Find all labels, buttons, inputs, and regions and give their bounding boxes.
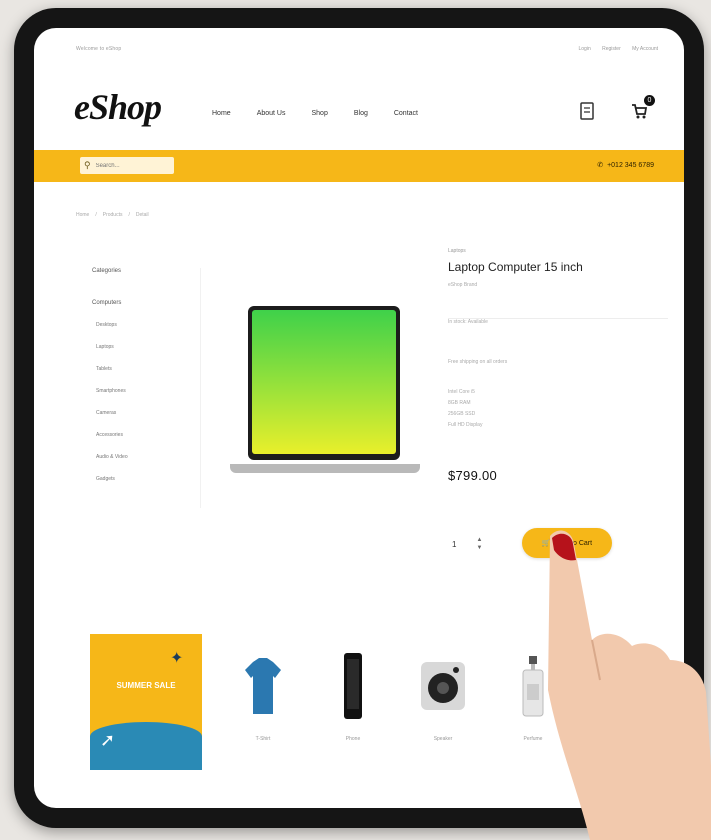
spec-item: Full HD Display [448,422,483,428]
spec-item: 256GB SSD [448,411,476,417]
my-account-link[interactable]: My Account [632,46,658,52]
breadcrumb-products[interactable]: Products [103,212,123,218]
shipping-info: Free shipping on all orders [448,359,508,365]
quantity-arrows[interactable]: ▲ ▼ [476,536,482,552]
product-card[interactable]: Speaker [414,648,472,742]
spec-item: 8GB RAM [448,400,471,406]
sidebar-item-accessories[interactable]: Accessories [96,432,212,438]
spec-item: Intel Core i5 [448,389,475,395]
sidebar-items: Desktops Laptops Tablets Smartphones Cam… [92,322,212,482]
increase-icon[interactable]: ▲ [476,536,482,544]
search-input[interactable] [93,161,170,170]
top-strip: Welcome to eShop Login Register My Accou… [34,28,684,68]
sidebar-group-categories[interactable]: Categories [92,268,212,274]
wishlist-icon[interactable] [580,102,594,123]
product-specs: Intel Core i5 8GB RAM 256GB SSD Full HD … [448,389,668,428]
product-card[interactable]: Phone [324,648,382,742]
stock-status: In stock: Available [448,319,488,325]
logo[interactable]: eShop [74,86,162,128]
product-card-label: Phone [345,736,361,742]
sidebar-item-laptops[interactable]: Laptops [96,344,212,350]
promo-banner[interactable]: ✦ SUMMER SALE ➚ [90,634,202,770]
sidebar-divider [200,268,201,508]
account-links: Login Register My Account [569,46,659,52]
welcome-text: Welcome to eShop [76,46,122,52]
breadcrumb: Home / Products / Detail [76,212,149,218]
product-title: Laptop Computer 15 inch [448,260,583,274]
header-icons: 0 [580,95,655,123]
tshirt-icon [234,648,292,724]
nav-shop[interactable]: Shop [311,110,327,117]
nav-contact[interactable]: Contact [394,110,418,117]
sidebar-item-desktops[interactable]: Desktops [96,322,212,328]
search-box[interactable]: ⚲ [80,157,174,174]
decrease-icon[interactable]: ▼ [476,544,482,552]
phone-contact: ✆ +012 345 6789 [597,161,654,170]
cart-icon[interactable]: 0 [630,95,655,123]
product-card[interactable]: T-Shirt [234,648,292,742]
category-sidebar: Categories Computers Desktops Laptops Ta… [92,268,212,508]
product-card-label: Speaker [433,736,453,742]
product-detail: Laptops Laptop Computer 15 inch eShop Br… [448,248,668,483]
promo-title: SUMMER SALE [116,681,176,690]
related-products: T-Shirt Phone Speaker Perfume [234,648,562,742]
product-card-label: T-Shirt [255,736,271,742]
sidebar-item-cameras[interactable]: Cameras [96,410,212,416]
quantity-value[interactable]: 1 [452,540,456,549]
sidebar-item-tablets[interactable]: Tablets [96,366,212,372]
register-link[interactable]: Register [602,46,621,52]
phone-icon: ✆ [597,162,604,169]
breadcrumb-detail: Detail [135,212,149,218]
product-image[interactable] [230,300,420,488]
product-category[interactable]: Laptops [448,248,668,254]
product-price: $799.00 [448,468,498,483]
main-nav: Home About Us Shop Blog Contact [212,110,418,117]
search-bar-strip: ⚲ ✆ +012 345 6789 [34,150,684,182]
login-link[interactable]: Login [579,46,591,52]
nav-about[interactable]: About Us [257,110,286,117]
hand-pointer [548,530,711,840]
sidebar-item-audio-video[interactable]: Audio & Video [96,454,212,460]
speaker-icon [414,648,472,724]
sidebar-item-gadgets[interactable]: Gadgets [96,476,212,482]
laptop-screen [252,310,396,454]
phone-number: +012 345 6789 [607,161,654,169]
nav-blog[interactable]: Blog [354,110,368,117]
laptop-base [230,464,420,473]
sidebar-group-computers[interactable]: Computers [92,300,212,306]
product-brand: eShop Brand [448,282,478,288]
nav-home[interactable]: Home [212,110,231,117]
bird-icon: ✦ [170,650,184,667]
phone-icon [324,648,382,724]
sidebar-item-smartphones[interactable]: Smartphones [96,388,212,394]
quantity-stepper[interactable]: 1 ▲ ▼ [452,536,482,552]
surfer-icon: ➚ [100,730,116,750]
breadcrumb-home[interactable]: Home [76,212,89,218]
cart-count-badge: 0 [644,95,655,106]
search-icon[interactable]: ⚲ [84,160,91,171]
